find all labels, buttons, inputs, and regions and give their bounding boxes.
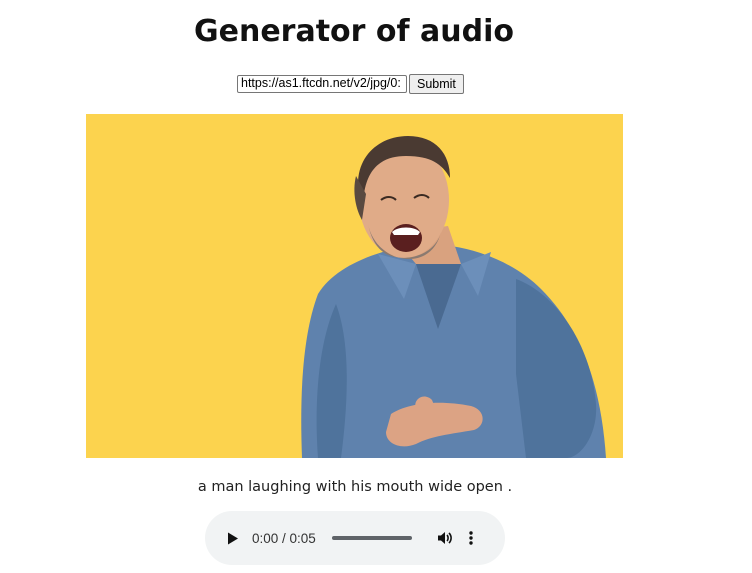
audio-player[interactable]: 0:00 / 0:05: [205, 511, 505, 565]
volume-button[interactable]: [436, 529, 454, 547]
play-icon: [228, 532, 238, 544]
generated-caption: a man laughing with his mouth wide open …: [197, 479, 513, 495]
submit-button[interactable]: Submit: [409, 74, 464, 94]
result-image: [86, 114, 623, 458]
page-title: Generator of audio: [194, 14, 514, 49]
more-options-icon: [469, 531, 473, 545]
url-form: https://as1.ftcdn.net/v2/jpg/0: Submit: [237, 73, 464, 95]
image-url-input[interactable]: https://as1.ftcdn.net/v2/jpg/0:: [237, 75, 407, 93]
play-button[interactable]: [225, 530, 241, 546]
time-display: 0:00 / 0:05: [252, 530, 316, 546]
progress-slider[interactable]: [331, 536, 412, 540]
more-options-button[interactable]: [468, 529, 474, 547]
volume-icon: [437, 532, 452, 544]
laughing-man-illustration: [86, 114, 623, 458]
